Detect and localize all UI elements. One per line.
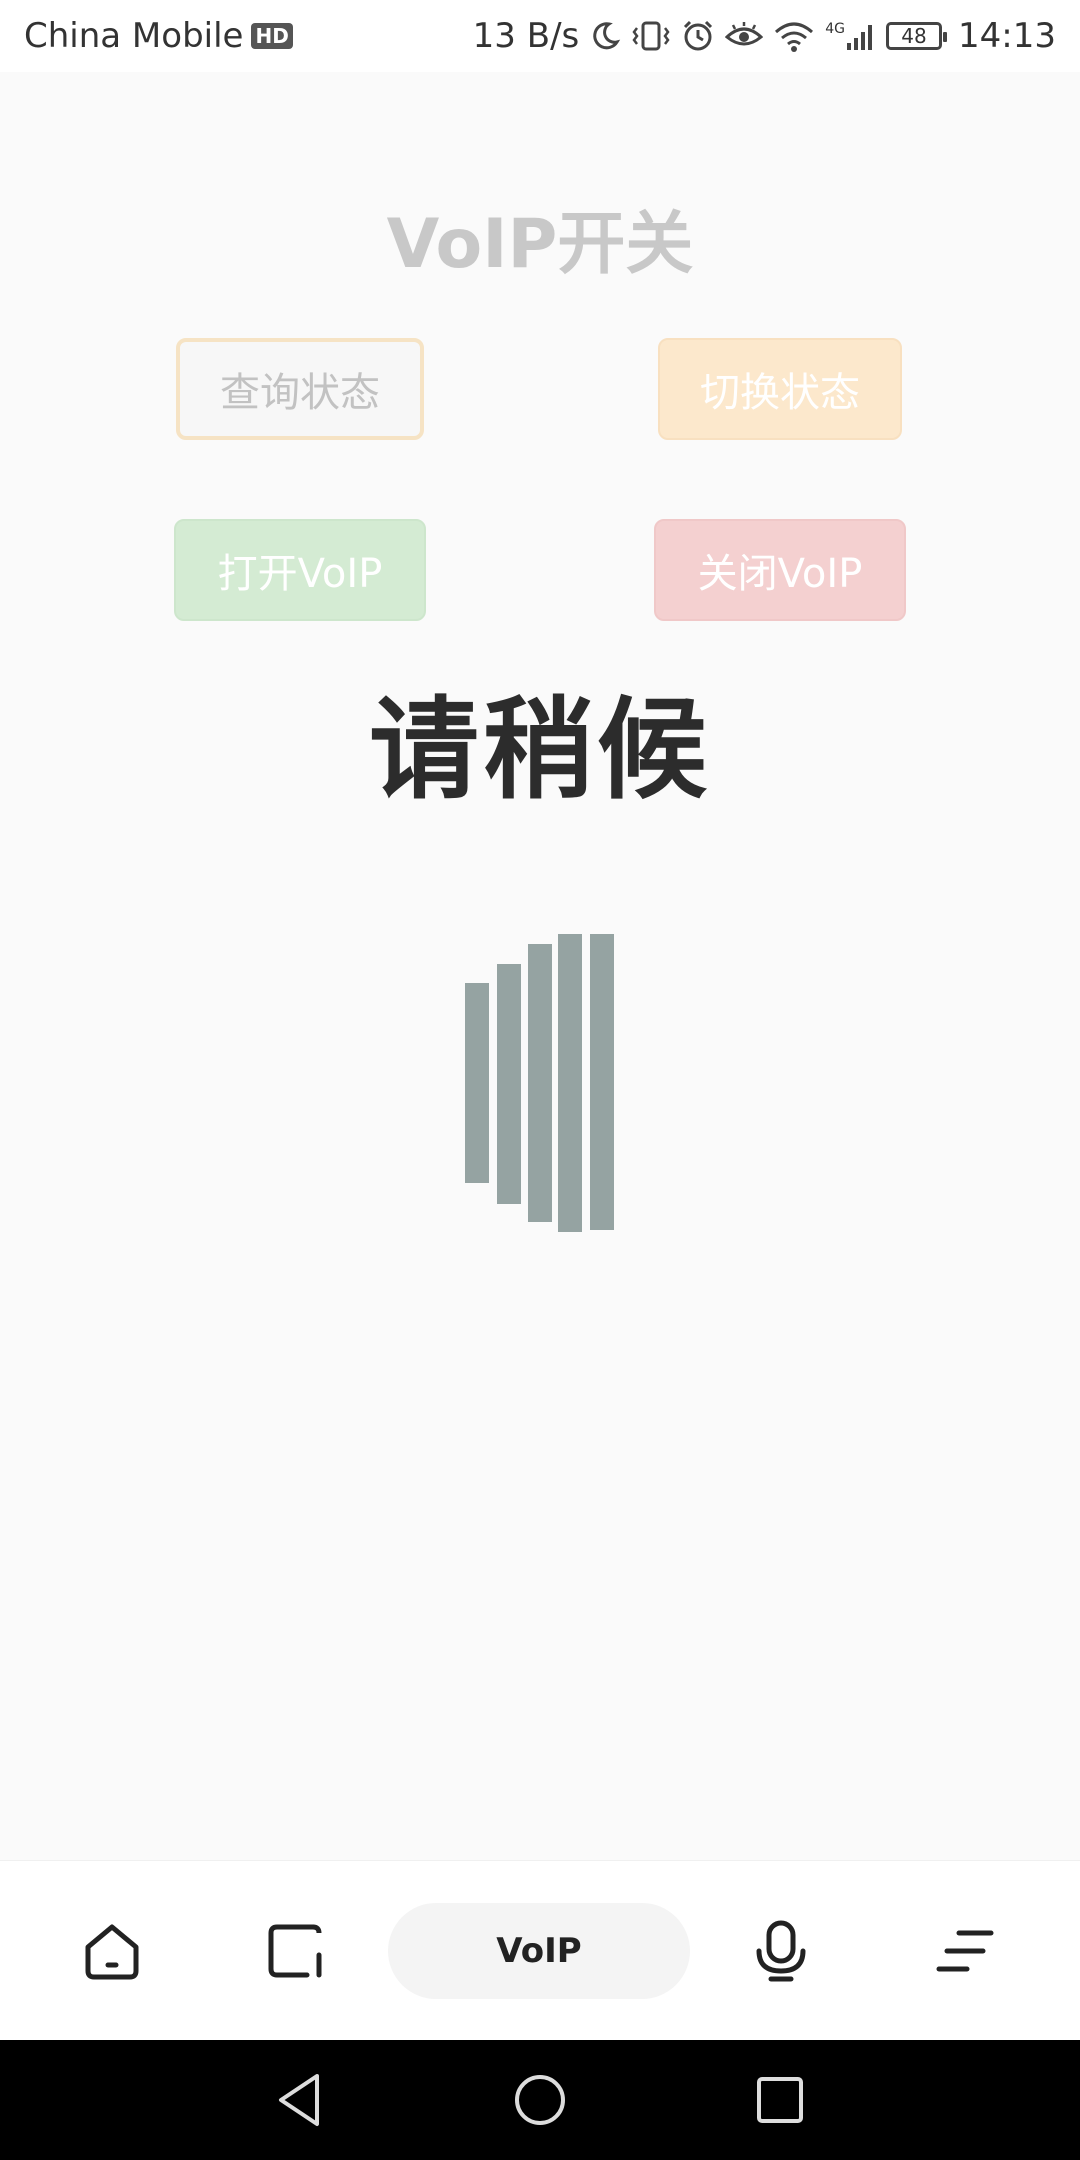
battery-icon: 48 (886, 22, 948, 50)
bottom-nav: VoIP (0, 1860, 1080, 2040)
screen-icon[interactable] (245, 1901, 345, 2001)
voip-tab[interactable]: VoIP (388, 1903, 690, 1999)
mic-icon[interactable] (731, 1901, 831, 2001)
loading-spinner (0, 0, 1080, 2160)
carrier-name: China Mobile (24, 16, 244, 56)
recent-apps-icon[interactable] (750, 2070, 810, 2130)
status-bar: China Mobile HD 13 B/s 4G 48 14:13 (0, 0, 1080, 72)
menu-icon[interactable] (915, 1901, 1015, 2001)
status-right: 13 B/s 4G 48 14:13 (473, 16, 1056, 56)
wait-message: 请稍候 (369, 686, 711, 814)
loader-bar (465, 983, 489, 1183)
net-speed: 13 B/s (472, 16, 580, 56)
loader-bar (528, 944, 552, 1222)
network-type: 4G (825, 21, 846, 37)
screen: China Mobile HD 13 B/s 4G 48 14:13 VoIP开… (0, 0, 1080, 2160)
page-title: VoIP开关 (386, 205, 694, 284)
enable-voip-button[interactable]: 打开VoIP (174, 519, 426, 621)
toggle-status-button[interactable]: 切换状态 (658, 338, 902, 440)
home-icon[interactable] (62, 1901, 162, 2001)
alarm-icon (681, 19, 715, 53)
status-left: China Mobile HD (24, 16, 293, 56)
home-circle-icon[interactable] (510, 2070, 570, 2130)
disable-voip-button[interactable]: 关闭VoIP (654, 519, 906, 621)
loader-bar (558, 934, 582, 1232)
loader-bar (497, 964, 521, 1204)
clock-time: 14:13 (958, 16, 1056, 56)
hd-badge: HD (251, 23, 293, 49)
system-nav-bar (0, 2040, 1080, 2160)
eye-icon (725, 21, 764, 51)
loader-bar (590, 934, 614, 1230)
wifi-icon (773, 20, 815, 52)
query-status-button[interactable]: 查询状态 (176, 338, 424, 440)
signal-icon: 4G (825, 21, 876, 51)
back-icon[interactable] (270, 2070, 330, 2130)
vibrate-icon (631, 20, 671, 52)
moon-icon (589, 20, 621, 52)
